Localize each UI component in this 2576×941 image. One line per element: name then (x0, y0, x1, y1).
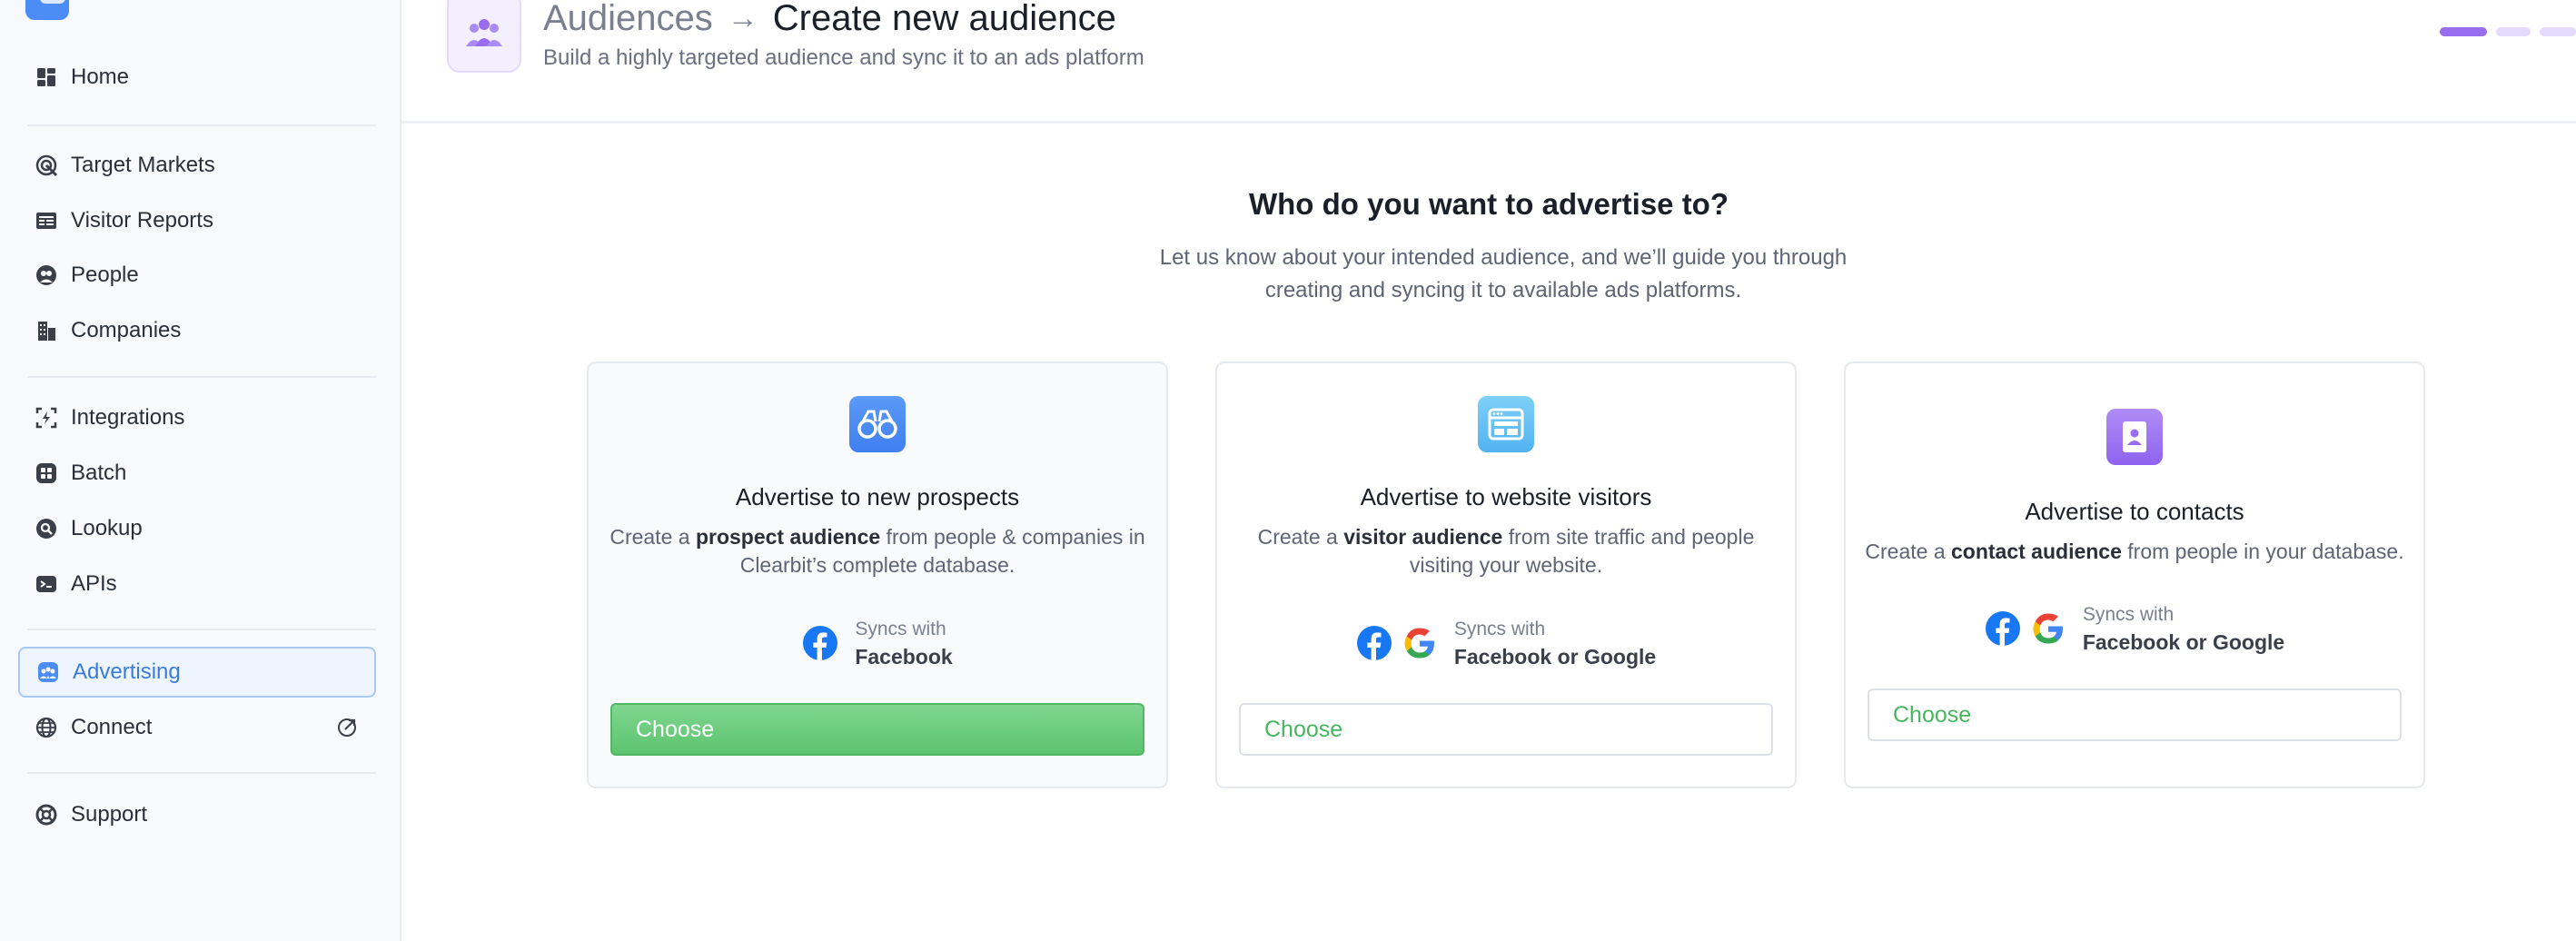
audience-icon (447, 0, 521, 73)
facebook-icon (1356, 625, 1392, 661)
sync-platform: Facebook or Google (1453, 645, 1657, 669)
report-icon (35, 209, 58, 233)
sidebar-item-support[interactable]: Support (18, 789, 376, 840)
card-title: Advertise to new prospects (735, 483, 1020, 510)
card-website-visitors[interactable]: Advertise to website visitors Create a v… (1215, 362, 1797, 788)
sidebar-item-apis[interactable]: APIs (18, 559, 376, 609)
sync-info: Syncs with Facebook or Google (1846, 601, 2423, 656)
person-icon (35, 263, 58, 287)
sidebar-item-target-markets[interactable]: Target Markets (18, 140, 376, 191)
lookup-icon (35, 517, 58, 540)
lifebuoy-icon (35, 803, 58, 827)
contact-book-icon (2106, 409, 2163, 465)
sidebar-item-label: Target Markets (71, 153, 215, 177)
sync-info: Syncs with Facebook or Google (1217, 616, 1795, 670)
card-contacts[interactable]: Advertise to contacts Create a contact a… (1844, 362, 2425, 788)
globe-icon (35, 716, 58, 739)
sidebar-item-connect[interactable]: Connect (18, 702, 376, 753)
sidebar-item-batch[interactable]: Batch (18, 448, 376, 499)
target-icon (35, 154, 58, 177)
sync-platform: Facebook or Google (2082, 630, 2285, 654)
sidebar-divider (27, 376, 376, 378)
card-title: Advertise to contacts (2025, 498, 2244, 525)
section-heading: Who do you want to advertise to? (1249, 187, 1729, 221)
progress-step-2 (2496, 27, 2531, 36)
breadcrumb-parent[interactable]: Audiences (543, 0, 713, 42)
google-icon (2030, 610, 2066, 647)
page-title: Create new audience (772, 0, 1116, 38)
sidebar-item-integrations[interactable]: Integrations (18, 392, 376, 443)
card-description: Create a visitor audience from site traf… (1257, 525, 1755, 577)
sidebar-item-advertising[interactable]: Advertising (18, 647, 376, 698)
choose-button[interactable]: Choose (1868, 688, 2402, 741)
card-description: Create a contact audience from people in… (1865, 540, 2404, 563)
sidebar-divider (27, 772, 376, 774)
choose-button[interactable]: Choose (610, 703, 1144, 756)
facebook-icon (802, 625, 838, 661)
sidebar-item-label: Advertising (73, 659, 181, 684)
external-link-icon[interactable] (336, 717, 358, 738)
dashboard-icon (35, 65, 58, 89)
sidebar-item-home[interactable]: Home (18, 52, 376, 103)
step-progress (2440, 27, 2576, 36)
sidebar-item-label: Companies (71, 318, 182, 342)
logo-icon[interactable] (25, 0, 69, 20)
sidebar-item-lookup[interactable]: Lookup (18, 503, 376, 554)
sidebar-item-label: People (71, 262, 139, 287)
audience-icon (36, 660, 60, 684)
page-subtitle: Build a highly targeted audience and syn… (543, 45, 1144, 70)
binoculars-icon (849, 396, 906, 452)
sidebar-item-label: Batch (71, 461, 127, 485)
sidebar: Home Target Markets Visitor Reports Peop… (0, 0, 401, 941)
card-description: Create a prospect audience from people &… (609, 525, 1145, 577)
google-icon (1402, 625, 1438, 661)
sidebar-item-visitor-reports[interactable]: Visitor Reports (18, 195, 376, 246)
browser-window-icon (1478, 396, 1534, 452)
building-icon (35, 319, 58, 342)
sidebar-item-label: Home (71, 64, 130, 89)
sync-label: Syncs with (2082, 604, 2175, 625)
page-header: Audiences → Create new audience Build a … (401, 0, 2576, 124)
arrow-right-icon: → (727, 1, 758, 35)
batch-icon (35, 461, 58, 485)
section-description: Let us know about your intended audience… (1159, 245, 1848, 302)
sidebar-item-people[interactable]: People (18, 250, 376, 301)
card-new-prospects[interactable]: Advertise to new prospects Create a pros… (587, 362, 1168, 788)
sidebar-item-companies[interactable]: Companies (18, 305, 376, 356)
sync-platform: Facebook (855, 645, 953, 669)
integrations-icon (35, 406, 58, 430)
sidebar-divider (27, 629, 376, 630)
sidebar-item-label: APIs (71, 571, 117, 596)
sidebar-item-label: Connect (71, 715, 153, 739)
card-title: Advertise to website visitors (1360, 483, 1652, 510)
sidebar-item-label: Visitor Reports (71, 208, 213, 233)
sync-label: Syncs with (1453, 619, 1546, 639)
sidebar-item-label: Integrations (71, 405, 185, 430)
breadcrumb: Audiences → Create new audience (543, 0, 1116, 42)
facebook-icon (1985, 610, 2021, 647)
choose-button[interactable]: Choose (1239, 703, 1773, 756)
sync-label: Syncs with (855, 619, 946, 639)
progress-step-3 (2540, 27, 2576, 36)
sync-info: Syncs with Facebook (589, 616, 1166, 670)
sidebar-divider (27, 124, 376, 126)
sidebar-item-label: Lookup (71, 516, 143, 540)
progress-step-1 (2440, 27, 2487, 36)
terminal-icon (35, 572, 58, 596)
sidebar-item-label: Support (71, 802, 148, 827)
